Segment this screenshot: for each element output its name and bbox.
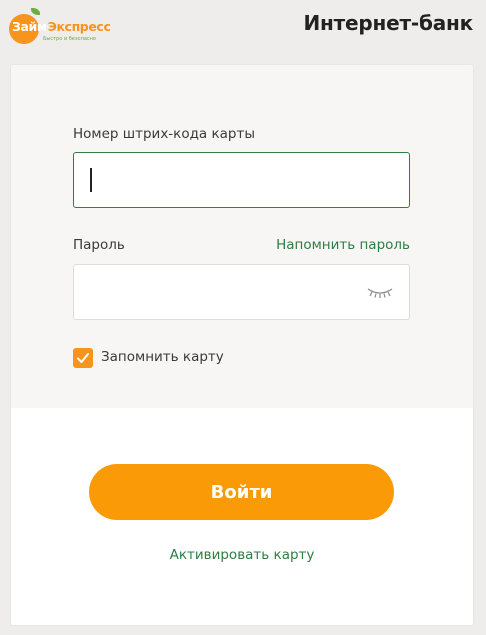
login-button[interactable]: Войти	[89, 464, 394, 520]
logo[interactable]: ЗаймЭкспресс Быстро и безопасно	[9, 6, 111, 46]
text-caret	[90, 168, 92, 192]
login-card: Номер штрих-кода карты Пароль Напомнить …	[11, 65, 473, 625]
activate-card-link[interactable]: Активировать карту	[11, 547, 473, 563]
password-input[interactable]	[73, 264, 410, 320]
remind-password-link[interactable]: Напомнить пароль	[276, 237, 410, 253]
header: ЗаймЭкспресс Быстро и безопасно Интернет…	[0, 0, 486, 56]
logo-text-part1: Займ	[12, 19, 47, 34]
password-label: Пароль	[73, 237, 125, 253]
logo-text: ЗаймЭкспресс	[12, 19, 111, 35]
remember-card-checkbox[interactable]	[73, 348, 93, 368]
remember-card-label[interactable]: Запомнить карту	[101, 349, 224, 365]
page-title: Интернет-банк	[303, 11, 473, 35]
logo-text-part2: Экспресс	[47, 19, 111, 34]
checkmark-icon	[77, 353, 89, 363]
eye-closed-icon[interactable]	[367, 287, 393, 299]
logo-tagline: Быстро и безопасно	[43, 36, 96, 42]
logo-leaf-icon	[31, 8, 40, 15]
card-number-input[interactable]	[73, 152, 410, 208]
card-number-label: Номер штрих-кода карты	[73, 126, 256, 142]
